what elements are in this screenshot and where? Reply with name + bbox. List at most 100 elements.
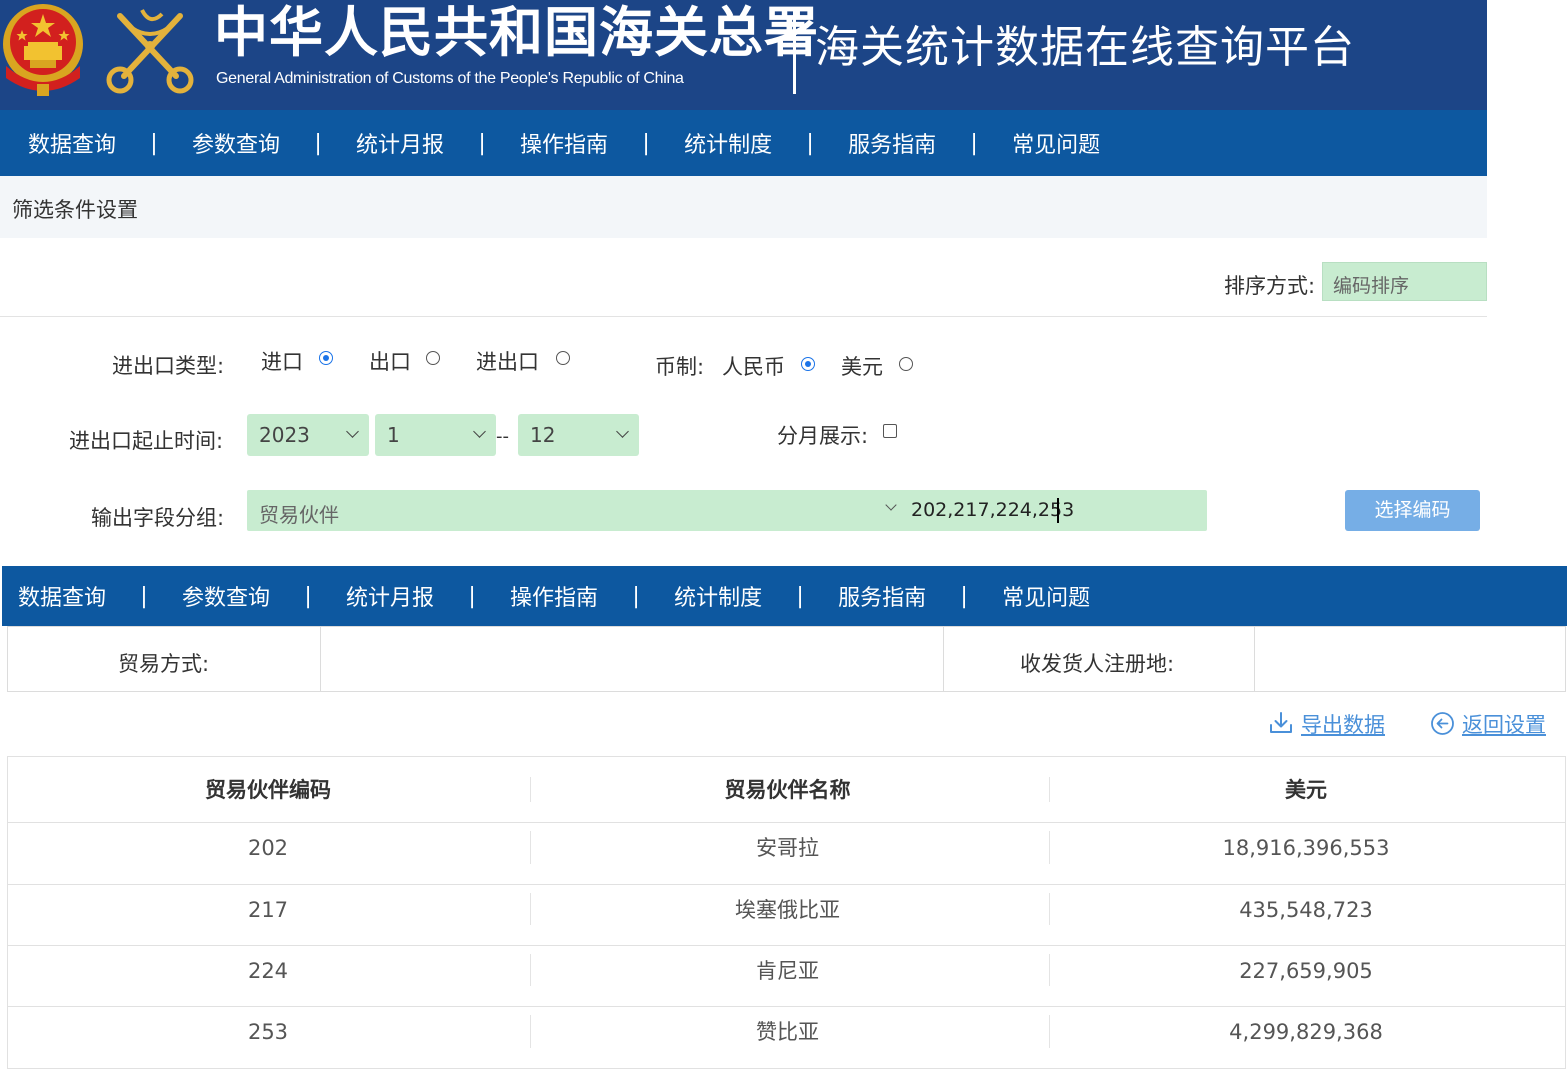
partner-code-cell: 224 <box>247 959 289 983</box>
table-row: 253 赞比亚 4,299,829,368 <box>8 1007 1565 1069</box>
radio-import-export-label[interactable]: 进出口 <box>476 346 539 376</box>
radio-export[interactable] <box>426 351 440 365</box>
partner-code-cell: 217 <box>247 898 289 922</box>
nav-item-parameter-query[interactable]: 参数查询 <box>182 580 270 612</box>
national-emblem-icon <box>3 4 83 96</box>
end-month-select[interactable]: 12 <box>518 414 639 456</box>
divider <box>0 316 1487 317</box>
usd-value-cell: 4,299,829,368 <box>1229 1020 1383 1044</box>
table-row: 217 埃塞俄比亚 435,548,723 <box>8 885 1565 946</box>
back-to-settings-link[interactable]: 返回设置 <box>1462 709 1546 739</box>
column-header-partner-code[interactable]: 贸易伙伴编码 <box>8 757 528 822</box>
results-table: 贸易伙伴编码 贸易伙伴名称 美元 202 安哥拉 18,916,396,553 … <box>7 756 1566 1069</box>
nav-item-service-guide[interactable]: 服务指南 <box>848 127 936 159</box>
year-select-value: 2023 <box>259 423 310 447</box>
filter-title-bar: 筛选条件设置 <box>0 176 1487 238</box>
column-header-label: 贸易伙伴名称 <box>724 778 851 802</box>
chevron-down-icon <box>473 425 486 438</box>
nav-separator: | <box>970 130 978 156</box>
registration-label: 收发货人注册地: <box>1020 652 1175 676</box>
header-divider <box>793 8 796 94</box>
trade-mode-label-cell: 贸易方式: <box>8 627 321 691</box>
nav-separator: | <box>304 583 312 609</box>
radio-rmb[interactable] <box>801 357 815 371</box>
choose-code-button[interactable]: 选择编码 <box>1345 490 1480 531</box>
nav-item-faq[interactable]: 常见问题 <box>1012 127 1100 159</box>
nav-item-statistical-system[interactable]: 统计制度 <box>684 127 772 159</box>
column-header-usd[interactable]: 美元 <box>1047 757 1565 822</box>
period-label: 进出口起止时间: <box>69 429 224 453</box>
trade-mode-label: 贸易方式: <box>118 652 210 676</box>
registration-label-cell: 收发货人注册地: <box>943 627 1255 691</box>
partner-name-cell: 安哥拉 <box>756 836 819 860</box>
period-separator: -- <box>496 426 509 447</box>
end-month-value: 12 <box>530 423 556 447</box>
radio-import[interactable] <box>319 351 333 365</box>
trade-mode-value-cell <box>320 627 944 691</box>
nav-separator: | <box>960 583 968 609</box>
column-header-label: 贸易伙伴编码 <box>205 778 331 802</box>
chevron-down-icon[interactable] <box>885 499 897 511</box>
group-select[interactable]: 贸易伙伴 <box>259 499 339 528</box>
nav-item-data-query[interactable]: 数据查询 <box>18 580 106 612</box>
group-field: 贸易伙伴 202,217,224,253 <box>247 490 1207 531</box>
year-select[interactable]: 2023 <box>247 414 369 456</box>
secondary-nav: 数据查询 | 参数查询 | 统计月报 | 操作指南 | 统计制度 | 服务指南 … <box>2 566 1567 626</box>
sort-select[interactable]: 编码排序 <box>1322 262 1487 301</box>
org-name-chinese: 中华人民共和国海关总署 <box>214 0 819 64</box>
partner-code-cell: 202 <box>247 836 289 860</box>
usd-value-cell: 227,659,905 <box>1239 959 1373 983</box>
nav-separator: | <box>150 130 158 156</box>
nav-separator: | <box>478 130 486 156</box>
codes-input[interactable]: 202,217,224,253 <box>911 499 1074 521</box>
start-month-select[interactable]: 1 <box>375 414 496 456</box>
nav-item-service-guide[interactable]: 服务指南 <box>838 580 926 612</box>
nav-item-monthly-report[interactable]: 统计月报 <box>346 580 434 612</box>
chevron-down-icon <box>346 425 359 438</box>
org-name-english: General Administration of Customs of the… <box>216 70 684 87</box>
nav-separator: | <box>796 583 804 609</box>
monthly-display-checkbox[interactable] <box>883 424 897 438</box>
radio-usd[interactable] <box>899 357 913 371</box>
arrow-left-circle-icon[interactable] <box>1430 711 1455 736</box>
radio-usd-label[interactable]: 美元 <box>841 351 883 381</box>
table-header-row: 贸易伙伴编码 贸易伙伴名称 美元 <box>8 757 1565 823</box>
group-label: 输出字段分组: <box>91 506 225 530</box>
monthly-display-label: 分月展示: <box>777 424 869 448</box>
nav-item-faq[interactable]: 常见问题 <box>1002 580 1090 612</box>
text-caret <box>1057 498 1059 523</box>
main-nav: 数据查询 | 参数查询 | 统计月报 | 操作指南 | 统计制度 | 服务指南 … <box>0 110 1487 176</box>
nav-item-data-query[interactable]: 数据查询 <box>28 127 116 159</box>
nav-separator: | <box>314 130 322 156</box>
query-info-table: 贸易方式: 收发货人注册地: <box>7 626 1566 692</box>
currency-label: 币制: <box>655 355 705 379</box>
usd-value-cell: 18,916,396,553 <box>1222 836 1390 860</box>
sort-label: 排序方式: <box>1224 274 1316 298</box>
filter-title: 筛选条件设置 <box>12 198 138 222</box>
nav-item-operation-guide[interactable]: 操作指南 <box>520 127 608 159</box>
registration-value-cell <box>1254 627 1565 691</box>
usd-value-cell: 435,548,723 <box>1239 898 1373 922</box>
table-row: 202 安哥拉 18,916,396,553 <box>8 823 1565 885</box>
download-icon[interactable] <box>1268 710 1294 736</box>
nav-item-statistical-system[interactable]: 统计制度 <box>674 580 762 612</box>
export-data-link[interactable]: 导出数据 <box>1301 709 1385 739</box>
start-month-value: 1 <box>387 423 400 447</box>
table-row: 224 肯尼亚 227,659,905 <box>8 946 1565 1007</box>
nav-item-monthly-report[interactable]: 统计月报 <box>356 127 444 159</box>
partner-name-cell: 赞比亚 <box>756 1020 819 1044</box>
radio-import-label[interactable]: 进口 <box>261 346 303 376</box>
radio-rmb-label[interactable]: 人民币 <box>722 351 785 381</box>
nav-item-operation-guide[interactable]: 操作指南 <box>510 580 598 612</box>
nav-separator: | <box>632 583 640 609</box>
partner-name-cell: 肯尼亚 <box>756 959 819 983</box>
radio-import-export[interactable] <box>556 351 570 365</box>
column-header-partner-name[interactable]: 贸易伙伴名称 <box>528 757 1047 822</box>
nav-separator: | <box>468 583 476 609</box>
nav-item-parameter-query[interactable]: 参数查询 <box>192 127 280 159</box>
partner-name-cell: 埃塞俄比亚 <box>735 898 840 922</box>
trade-type-label: 进出口类型: <box>112 354 225 378</box>
chevron-down-icon <box>616 425 629 438</box>
radio-export-label[interactable]: 出口 <box>369 346 411 376</box>
partner-code-cell: 253 <box>247 1020 289 1044</box>
